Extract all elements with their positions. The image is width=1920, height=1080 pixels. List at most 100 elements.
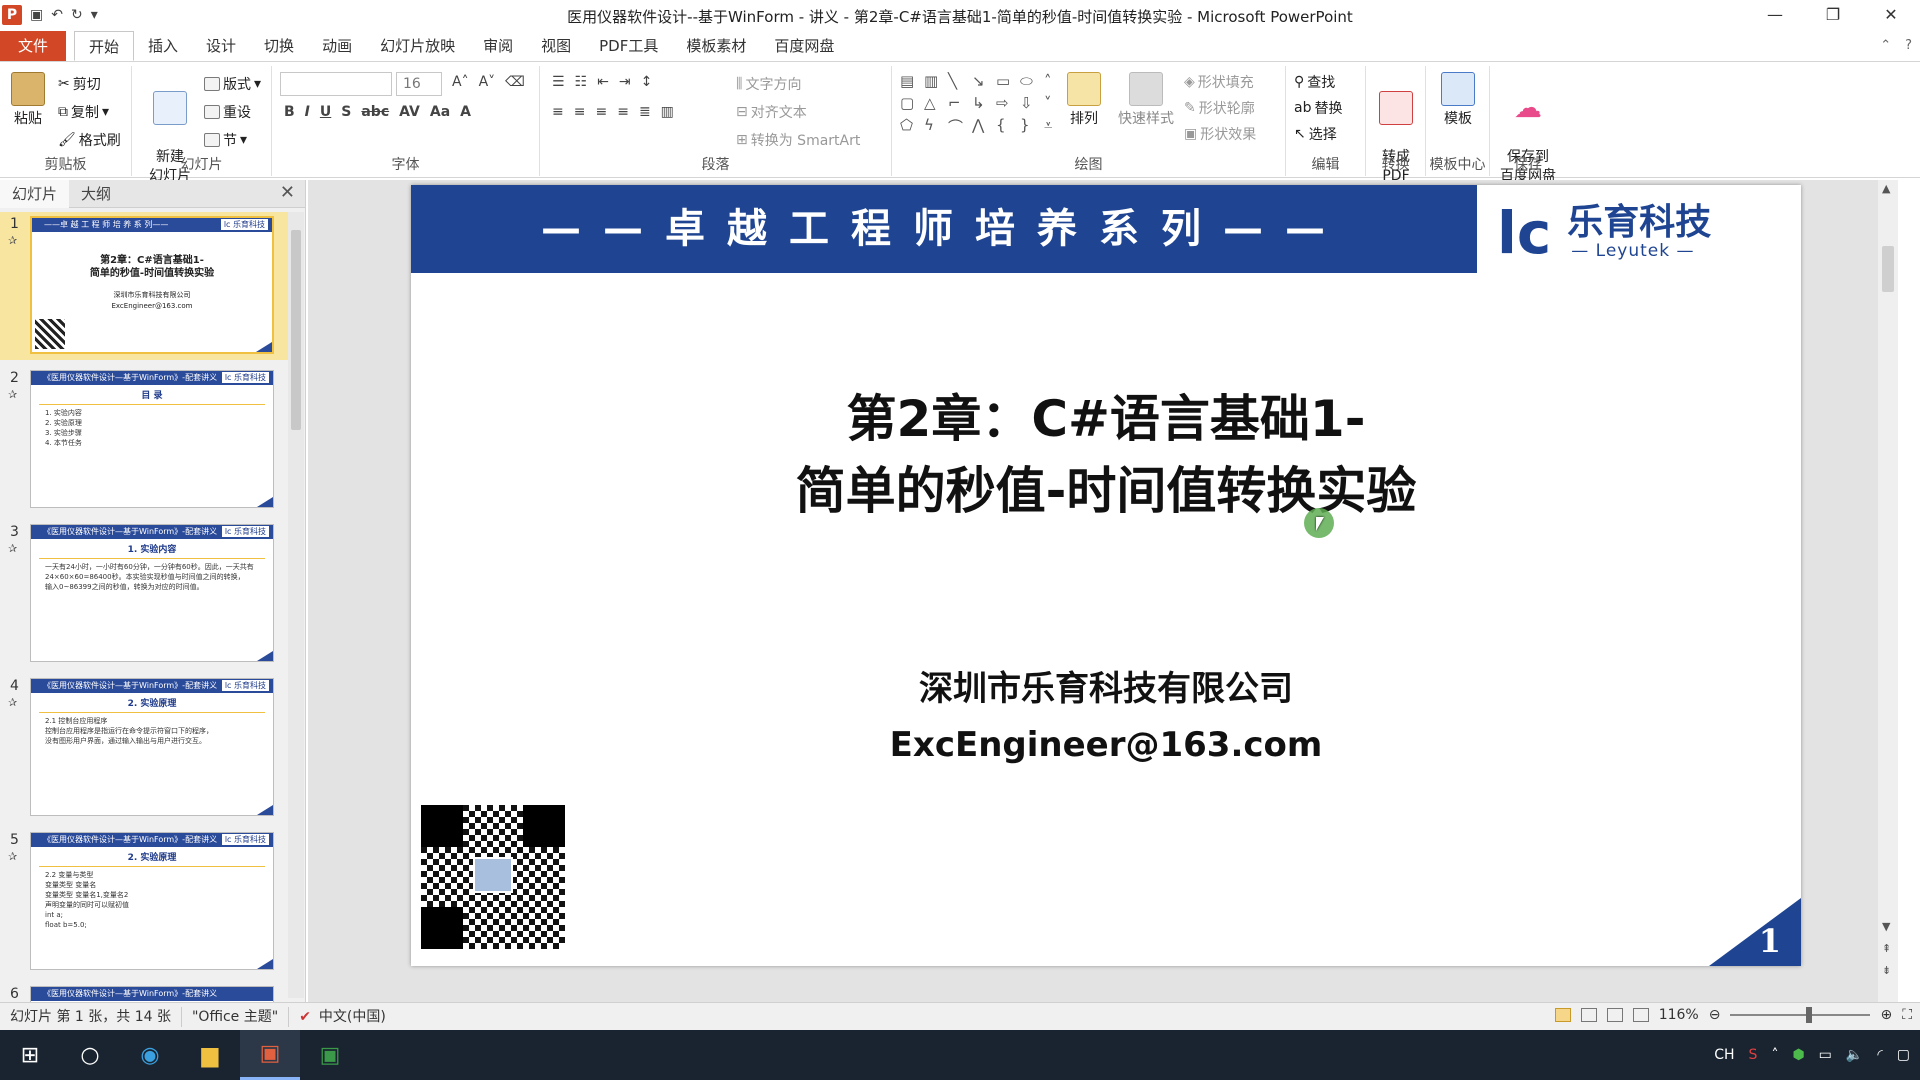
tab-animations[interactable]: 动画 [308,31,366,61]
underline-icon[interactable]: U [320,104,331,120]
elbow-arrow-shape-icon[interactable]: ↳ [972,94,994,112]
rounded-rect-shape-icon[interactable]: ▢ [900,94,922,112]
current-slide[interactable]: ——卓越工程师培养系列—— lc 乐育科技 — Leyutek — 第2章：C#… [411,185,1801,966]
paste-button[interactable]: 粘贴 [8,72,48,129]
tab-view[interactable]: 视图 [527,31,585,61]
sogou-ime-icon[interactable]: S [1749,1047,1758,1063]
shape-effects-button[interactable]: ▣ 形状效果 [1184,124,1256,144]
slide-title-line-2[interactable]: 简单的秒值-时间值转换实验 [411,455,1801,527]
right-brace-shape-icon[interactable]: } [1020,116,1042,137]
tab-slides[interactable]: 幻灯片 [0,179,70,208]
save-icon[interactable]: ▣ [30,7,43,23]
replace-button[interactable]: ab 替换 [1294,98,1342,118]
slide-sorter-view-icon[interactable] [1580,1008,1597,1022]
convert-smartart-button[interactable]: ⊞ 转换为 SmartArt [736,130,860,150]
align-center-icon[interactable]: ≡ [574,104,586,120]
tab-design[interactable]: 设计 [192,31,250,61]
textbox-shape-icon[interactable]: ▤ [900,72,922,90]
reset-button[interactable]: 重设 [204,102,251,122]
format-painter-button[interactable]: 🖌 格式刷 [58,130,121,150]
right-arrow-shape-icon[interactable]: ⇨ [996,94,1018,112]
slide-thumbnail-3[interactable]: 3 ✰ 《医用仪器软件设计—基于WinForm》-配套讲义 lc 乐育科技 1.… [0,520,288,668]
slide-title-line-1[interactable]: 第2章：C#语言基础1- [411,383,1801,455]
previous-slide-icon[interactable]: ⇞ [1882,942,1891,955]
edge-browser-icon[interactable]: ◉ [120,1030,180,1080]
restore-button[interactable]: ❐ [1804,0,1862,30]
connector-shape-icon[interactable]: ⌐ [948,94,970,112]
canvas-scroll-thumb[interactable] [1882,246,1894,292]
scroll-up-icon[interactable]: ▲ [1882,182,1890,195]
pentagon-shape-icon[interactable]: ⬠ [900,116,922,137]
close-panel-icon[interactable]: ✕ [280,182,295,203]
zoom-out-icon[interactable]: ⊖ [1709,1007,1721,1023]
text-direction-button[interactable]: ⫼ 文字方向 [736,74,801,94]
align-left-icon[interactable]: ≡ [552,104,564,120]
battery-icon[interactable]: ▭ [1819,1047,1832,1063]
shape-fill-button[interactable]: ◈ 形状填充 [1184,72,1254,92]
normal-view-icon[interactable] [1554,1008,1571,1022]
fit-slide-icon[interactable]: ⛶ [1902,1007,1912,1023]
grow-font-icon[interactable]: A˄ [452,74,469,90]
align-right-icon[interactable]: ≡ [595,104,607,120]
lightning-shape-icon[interactable]: ϟ [924,116,946,137]
rectangle-shape-icon[interactable]: ▭ [996,72,1018,90]
slideshow-view-icon[interactable] [1632,1008,1649,1022]
italic-icon[interactable]: I [305,104,310,120]
quick-styles-button[interactable]: 快速样式 [1114,72,1178,129]
arrow-line-shape-icon[interactable]: ↘ [972,72,994,90]
shadow-icon[interactable]: S [341,104,351,120]
left-brace-shape-icon[interactable]: { [996,116,1018,137]
zoom-slider-knob[interactable] [1806,1007,1813,1023]
zoom-in-icon[interactable]: ⊕ [1880,1007,1892,1023]
line-spacing-icon[interactable]: ↕ [641,74,653,90]
powerpoint-app-icon[interactable]: P [2,5,22,25]
slide-email[interactable]: ExcEngineer@163.com [411,725,1801,765]
layout-button[interactable]: 版式 ▾ [204,74,261,94]
scroll-down-icon[interactable]: ▼ [1882,920,1890,933]
canvas-scrollbar[interactable]: ▲ ▼ ⇞ ⇟ [1878,180,1898,1002]
gallery-more-icon[interactable]: ⩡ [1044,116,1066,137]
powerpoint-taskbar-icon[interactable]: ▣ [240,1030,300,1080]
char-spacing-icon[interactable]: AV [399,104,420,120]
file-explorer-icon[interactable]: ▆ [180,1030,240,1080]
freeform-shape-icon[interactable]: ⋀ [972,116,994,137]
tab-baidu-netdisk[interactable]: 百度网盘 [760,31,848,61]
network-icon[interactable]: ⬢ [1792,1047,1804,1063]
notification-icon[interactable]: ▢ [1897,1047,1910,1063]
start-windows-icon[interactable]: ⊞ [0,1030,60,1080]
slide-thumbnail-4[interactable]: 4 ✰ 《医用仪器软件设计—基于WinForm》-配套讲义 lc 乐育科技 2.… [0,674,288,822]
minimize-button[interactable]: — [1746,0,1804,30]
align-text-button[interactable]: ⊟ 对齐文本 [736,102,807,122]
triangle-shape-icon[interactable]: △ [924,94,946,112]
reading-view-icon[interactable] [1606,1008,1623,1022]
tab-slideshow[interactable]: 幻灯片放映 [366,31,469,61]
change-case-icon[interactable]: Aa [430,104,450,120]
gallery-up-icon[interactable]: ˄ [1044,72,1066,90]
slide-thumbnail-5[interactable]: 5 ✰ 《医用仪器软件设计—基于WinForm》-配套讲义 lc 乐育科技 2.… [0,828,288,976]
zoom-slider[interactable] [1730,1007,1871,1023]
next-slide-icon[interactable]: ⇟ [1882,964,1891,977]
gallery-down-icon[interactable]: ˅ [1044,94,1066,112]
tab-template-material[interactable]: 模板素材 [672,31,760,61]
volume-icon[interactable]: 🔈 [1846,1047,1863,1063]
columns-icon[interactable]: ▥ [661,104,674,120]
tab-transitions[interactable]: 切换 [250,31,308,61]
section-button[interactable]: 节 ▾ [204,130,247,150]
shrink-font-icon[interactable]: A˅ [479,74,496,90]
tab-outline[interactable]: 大纲 [69,180,123,208]
copy-button[interactable]: ⧉ 复制 ▾ [58,102,109,122]
slide-thumbnail-6[interactable]: 6 《医用仪器软件设计—基于WinForm》-配套讲义 [0,982,288,1002]
oval-shape-icon[interactable]: ⬭ [1020,72,1042,90]
tab-review[interactable]: 审阅 [469,31,527,61]
shapes-gallery[interactable]: ▤ ▥ ╲ ↘ ▭ ⬭ ˄ ▢ △ ⌐ ↳ ⇨ ⇩ ˅ ⬠ ϟ ⌒ ⋀{} ⩡ [900,72,1066,137]
spellcheck-icon[interactable]: ✔ [299,1007,311,1027]
shape-outline-button[interactable]: ✎ 形状轮廓 [1184,98,1255,118]
arrange-button[interactable]: 排列 [1064,72,1104,129]
font-name-input[interactable] [280,72,392,96]
curve-shape-icon[interactable]: ⌒ [948,116,970,137]
tab-pdf-tools[interactable]: PDF工具 [585,31,672,61]
down-arrow-shape-icon[interactable]: ⇩ [1020,94,1042,112]
font-color-icon[interactable]: A [460,104,471,120]
wifi-icon[interactable]: ◜ [1877,1047,1882,1063]
customize-icon[interactable]: ▾ [91,7,98,23]
